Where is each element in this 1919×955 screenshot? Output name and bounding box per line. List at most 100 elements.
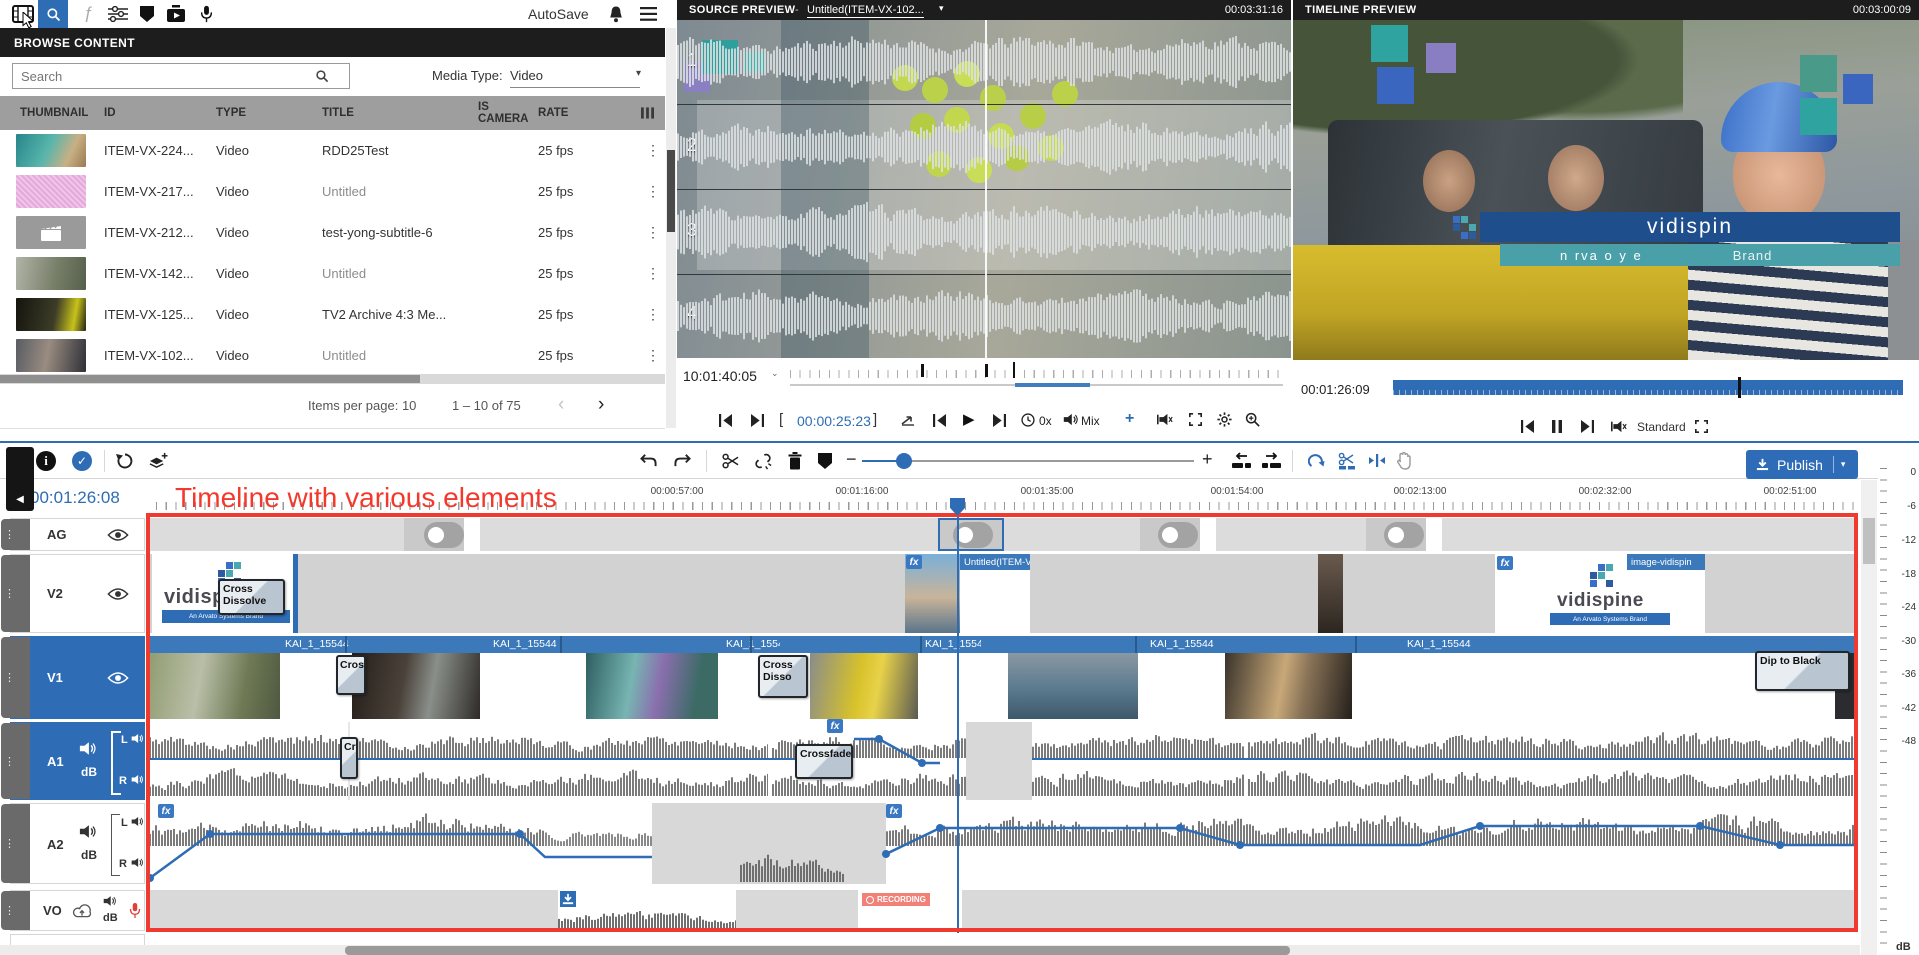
track-lane-a2[interactable]: fx fx (146, 803, 1858, 884)
vo-recording-clip[interactable]: RECORDING (858, 890, 962, 931)
browse-hscrollbar[interactable] (0, 374, 665, 384)
track-header-ag[interactable]: ⋮ AG (10, 518, 145, 551)
scissors-icon[interactable] (722, 453, 739, 469)
track-grip-icon[interactable]: ⋮ (1, 519, 30, 550)
vo-clip[interactable] (558, 890, 736, 931)
search-input-icon[interactable] (315, 69, 329, 83)
program-mute-icon[interactable] (1611, 420, 1627, 433)
unlink-icon[interactable] (754, 452, 772, 470)
track-grip-icon[interactable]: ⋮ (1, 555, 30, 632)
source-marker-in[interactable] (921, 364, 924, 377)
timeline-hscrollbar[interactable] (0, 945, 1860, 955)
prev-page-icon[interactable]: ‹ (558, 394, 564, 416)
transition-crossfade[interactable]: Crossfade (795, 744, 853, 779)
marker-toggle[interactable] (1384, 522, 1424, 548)
transition-cross[interactable]: Cross (336, 655, 366, 695)
track-mute-speaker-icon[interactable] (79, 824, 97, 839)
mark-in-bracket-icon[interactable]: [ (779, 411, 783, 428)
mark-duration[interactable]: 00:00:25:23 (797, 413, 871, 429)
zoom-in-plus[interactable]: + (1202, 449, 1213, 470)
media-type-value[interactable]: Video (510, 68, 640, 88)
program-progress-playhead[interactable] (1738, 377, 1741, 398)
track-grip-icon[interactable]: ⋮ (1, 723, 30, 799)
play-icon[interactable]: ▶ (963, 410, 975, 428)
source-tc-caret-icon[interactable]: ⌄ (771, 368, 779, 379)
row-menu-icon[interactable]: ⋮ (646, 294, 660, 335)
track-visibility-eye-icon[interactable] (107, 587, 129, 601)
row-menu-icon[interactable]: ⋮ (646, 253, 660, 294)
program-video-area[interactable]: vidispin n rva o y e Brand (1293, 20, 1919, 360)
v2-clip-untitled[interactable]: Untitled(ITEM-VX- fx (905, 554, 1030, 633)
track-header-v2[interactable]: ⋮ V2 (10, 554, 145, 633)
marker-flag-icon[interactable] (818, 453, 832, 469)
goto-in-icon[interactable] (719, 414, 732, 427)
v2-clip-small[interactable] (1318, 554, 1343, 633)
browse-vscrollbar[interactable] (666, 28, 676, 428)
audio-mix-icon[interactable] (1063, 413, 1079, 426)
source-mini-ruler[interactable] (790, 370, 1283, 378)
table-row[interactable]: ITEM-VX-212... Video test-yong-subtitle-… (0, 212, 665, 254)
program-progress-bar[interactable] (1393, 380, 1903, 395)
track-db-label[interactable]: dB (81, 765, 97, 779)
zoom-slider-handle[interactable] (896, 453, 912, 469)
insert-left-icon[interactable] (1232, 452, 1251, 469)
insert-right-icon[interactable] (1262, 452, 1281, 469)
row-menu-icon[interactable]: ⋮ (646, 171, 660, 212)
crosshair-icon[interactable]: + (1125, 410, 1134, 428)
source-selected-range[interactable] (1015, 383, 1090, 387)
add-layer-icon[interactable] (148, 452, 168, 470)
fullscreen-icon[interactable] (1189, 413, 1202, 426)
transition-cross-dissolve[interactable]: Cross Dissolve (218, 579, 285, 615)
table-row[interactable]: ITEM-VX-125... Video TV2 Archive 4:3 Me.… (0, 294, 665, 336)
publish-button[interactable]: Publish ▾ (1746, 450, 1858, 479)
adjust-sliders-icon[interactable] (108, 6, 128, 22)
track-grip-icon[interactable]: ⋮ (1, 891, 30, 930)
track-header-v1[interactable]: ⋮ V1 (10, 636, 145, 719)
table-row[interactable]: ITEM-VX-142... Video Untitled 25 fps ⋮ (0, 253, 665, 295)
vo-download-badge-icon[interactable] (560, 891, 576, 907)
right-channel-speaker-icon[interactable] (131, 857, 144, 868)
track-db-label[interactable]: dB (81, 848, 97, 862)
search-input[interactable] (12, 63, 350, 89)
row-menu-icon[interactable]: ⋮ (646, 130, 660, 171)
undo-icon[interactable] (640, 453, 657, 468)
approve-check-icon[interactable]: ✓ (72, 451, 92, 471)
reset-icon[interactable] (116, 452, 134, 470)
col-thumbnail[interactable]: THUMBNAIL (20, 96, 88, 130)
goto-out-icon[interactable] (751, 414, 764, 427)
program-prev-icon[interactable] (1521, 420, 1534, 433)
track-lane-v2[interactable]: vidisp An Arvato Systems Brand Cross Dis… (146, 554, 1858, 633)
fx-badge[interactable]: fx (886, 804, 902, 818)
timeline-ruler[interactable]: 00:01:26:08 00:00:57:00 00:01:16:00 00:0… (0, 480, 1860, 516)
v2-clip-image-vidispin[interactable]: fx vidispine An Arvato Systems Brand ima… (1495, 554, 1705, 633)
col-id[interactable]: ID (104, 96, 116, 130)
program-quality-label[interactable]: Standard (1637, 420, 1686, 434)
track-header-a2[interactable]: ⋮ A2 dB L R (10, 803, 145, 884)
fx-badge[interactable]: fx (158, 804, 174, 818)
browse-hscroll-thumb[interactable] (0, 375, 420, 383)
marker-toggle[interactable] (1158, 522, 1198, 548)
fx-badge[interactable]: fx (906, 555, 922, 569)
left-channel-speaker-icon[interactable] (131, 816, 144, 827)
source-current-timecode[interactable]: 10:01:40:05 (683, 368, 757, 384)
audio-mix-label[interactable]: Mix (1081, 414, 1100, 428)
transition-dip-to-black[interactable]: Dip to Black (1755, 651, 1850, 691)
marker-toggle[interactable] (953, 522, 993, 548)
track-grip-icon[interactable]: ⋮ (1, 804, 30, 883)
source-clip-selector[interactable]: Untitled(ITEM-VX-102... (807, 4, 924, 18)
export-tool-icon[interactable] (166, 5, 186, 23)
razor-mode-icon[interactable] (1338, 452, 1356, 470)
delete-icon[interactable] (788, 452, 802, 470)
source-playhead-marker[interactable] (1013, 362, 1015, 378)
track-lane-ag[interactable] (146, 518, 1858, 551)
media-type-caret-icon[interactable]: ▾ (636, 68, 641, 79)
speed-clock-icon[interactable] (1021, 413, 1035, 427)
vo-upload-cloud-icon[interactable] (71, 904, 93, 918)
timeline-vscroll-thumb[interactable] (1863, 518, 1875, 564)
trim-mode-icon[interactable] (1368, 454, 1386, 467)
timeline-vscrollbar[interactable] (1861, 480, 1877, 955)
row-menu-icon[interactable]: ⋮ (646, 212, 660, 253)
collapse-tab[interactable]: ◀ (6, 447, 34, 511)
zoom-out-minus[interactable]: − (846, 449, 857, 470)
timeline-hscroll-thumb[interactable] (345, 946, 1290, 955)
